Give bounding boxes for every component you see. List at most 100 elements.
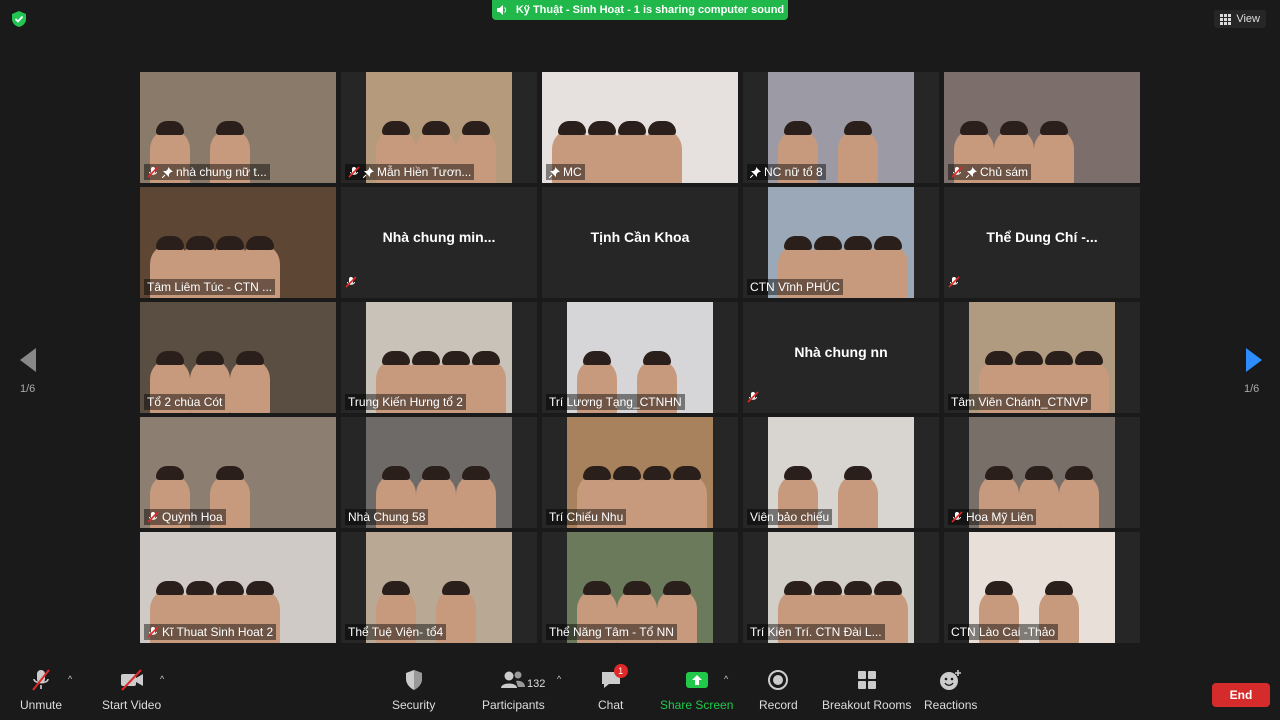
view-label: View: [1236, 13, 1260, 25]
meeting-toolbar: Unmute ^ Start Video ^ Security Particip…: [0, 660, 1280, 720]
video-off-icon: [120, 669, 143, 691]
record-icon: [768, 670, 789, 690]
participant-name: Kĩ Thuat Sinh Hoat 2: [162, 625, 274, 639]
participant-tile[interactable]: Mẫn Hiền Tươn...: [341, 72, 537, 183]
participant-name-label: Trung Kiến Hưng tổ 2: [345, 394, 466, 410]
chat-label: Chat: [598, 698, 624, 712]
participant-name-label: MC: [546, 164, 585, 180]
participant-name-label: Mẫn Hiền Tươn...: [345, 164, 475, 180]
record-button[interactable]: Record: [759, 668, 798, 712]
participant-tile[interactable]: CTN Lào Cai -Thảo: [944, 532, 1140, 643]
chat-unread-badge: 1: [613, 664, 628, 678]
participant-tile[interactable]: nhà chung nữ t...: [140, 72, 336, 183]
participant-tile[interactable]: Trung Kiến Hưng tổ 2: [341, 302, 537, 413]
participants-button[interactable]: Participants: [482, 668, 545, 712]
video-options-chevron-icon[interactable]: ^: [160, 674, 164, 684]
participant-tile[interactable]: Viên bảo chiếu: [743, 417, 939, 528]
participant-tile[interactable]: NC nữ tổ 8: [743, 72, 939, 183]
muted-mic-icon: [951, 166, 963, 178]
participant-name: Trí Chiếu Nhu: [549, 510, 624, 524]
view-button[interactable]: View: [1214, 10, 1266, 28]
participants-label: Participants: [482, 698, 545, 712]
reactions-label: Reactions: [924, 698, 978, 712]
breakout-rooms-button[interactable]: Breakout Rooms: [822, 668, 911, 712]
share-screen-button[interactable]: Share Screen: [660, 668, 733, 712]
participant-tile[interactable]: Chủ sám: [944, 72, 1140, 183]
page-indicator-left: 1/6: [20, 383, 36, 395]
participant-name: Thể Dung Chí -...: [986, 229, 1098, 245]
audio-options-chevron-icon[interactable]: ^: [68, 674, 72, 684]
participant-name: Thể Năng Tâm - Tổ NN: [549, 625, 674, 639]
participant-tile[interactable]: CTN Vĩnh PHÚC: [743, 187, 939, 298]
participant-tile[interactable]: Tâm Liêm Túc - CTN ...: [140, 187, 336, 298]
sharing-banner-text: Kỹ Thuật - Sinh Hoạt - 1 is sharing comp…: [515, 4, 785, 16]
participant-name: Nhà chung min...: [382, 229, 496, 245]
participant-tile[interactable]: Thể Tuệ Viện- tổ4: [341, 532, 537, 643]
participant-tile[interactable]: Tổ 2 chùa Cót: [140, 302, 336, 413]
security-shield-icon[interactable]: [10, 10, 28, 28]
participant-name: Tịnh Cần Khoa: [590, 229, 690, 245]
participant-name-label: NC nữ tổ 8: [747, 164, 826, 180]
participant-name-label: CTN Lào Cai -Thảo: [948, 624, 1059, 640]
participant-figure: [838, 121, 878, 183]
breakout-rooms-label: Breakout Rooms: [822, 698, 912, 712]
muted-indicator: [345, 275, 357, 293]
chat-button[interactable]: 1 Chat: [598, 664, 628, 712]
security-icon: [405, 670, 422, 690]
participant-figure: [838, 466, 878, 528]
participant-tile[interactable]: Hoa Mỹ Liên: [944, 417, 1140, 528]
participant-name-label: Chủ sám: [948, 164, 1032, 180]
participant-tile[interactable]: Nhà chung nn: [743, 302, 939, 413]
speaker-icon: [496, 5, 506, 15]
participant-tile[interactable]: Trí Kiên Trí. CTN Đài L...: [743, 532, 939, 643]
participant-name: Trí Lương Tạng_CTNHN: [549, 395, 682, 409]
muted-mic-icon: [147, 511, 159, 523]
participants-options-chevron-icon[interactable]: ^: [557, 674, 561, 684]
muted-mic-icon: [345, 276, 357, 288]
sharing-audio-banner: Kỹ Thuật - Sinh Hoạt - 1 is sharing comp…: [492, 0, 788, 20]
security-label: Security: [392, 698, 436, 712]
participant-tile[interactable]: Trí Lương Tạng_CTNHN: [542, 302, 738, 413]
participant-name: NC nữ tổ 8: [764, 165, 823, 179]
participant-name: Trung Kiến Hưng tổ 2: [348, 395, 463, 409]
participant-name: MC: [563, 165, 582, 179]
participant-tile[interactable]: MC: [542, 72, 738, 183]
participant-name-label: Thể Năng Tâm - Tổ NN: [546, 624, 677, 640]
participant-name-label: Kĩ Thuat Sinh Hoat 2: [144, 624, 277, 640]
share-screen-icon: [685, 672, 708, 688]
security-button[interactable]: Security: [392, 668, 435, 712]
end-meeting-button[interactable]: End: [1212, 683, 1270, 707]
participant-name: Tâm Liêm Túc - CTN ...: [147, 280, 273, 294]
next-page-arrow-icon[interactable]: [1242, 345, 1266, 375]
start-video-button[interactable]: Start Video: [102, 668, 161, 712]
muted-mic-icon: [348, 166, 360, 178]
participant-name-label: Tổ 2 chùa Cót: [144, 394, 226, 410]
participant-tile[interactable]: Tịnh Cần Khoa: [542, 187, 738, 298]
participant-name: Thể Tuệ Viện- tổ4: [348, 625, 444, 639]
participant-tile[interactable]: Thể Năng Tâm - Tổ NN: [542, 532, 738, 643]
muted-mic-icon: [951, 511, 963, 523]
participant-tile[interactable]: Kĩ Thuat Sinh Hoat 2: [140, 532, 336, 643]
participant-name-label: Tâm Viên Chánh_CTNVP: [948, 394, 1092, 410]
participants-icon: [501, 671, 526, 688]
muted-mic-icon: [747, 391, 759, 403]
participant-figure: [230, 351, 270, 413]
participant-name-label: nhà chung nữ t...: [144, 164, 270, 180]
participant-figure: [466, 351, 506, 413]
grid-view-icon: [1220, 13, 1232, 25]
unmute-button[interactable]: Unmute: [20, 668, 62, 712]
reactions-icon: [939, 670, 961, 690]
participant-figure: [456, 466, 496, 528]
previous-page-arrow-icon[interactable]: [16, 345, 40, 375]
participant-tile[interactable]: Quỳnh Hoa: [140, 417, 336, 528]
participant-tile[interactable]: Nhà chung min...: [341, 187, 537, 298]
muted-mic-icon: [948, 276, 960, 288]
participant-name: CTN Lào Cai -Thảo: [951, 625, 1056, 639]
pin-icon: [750, 166, 761, 178]
participant-tile[interactable]: Thể Dung Chí -...: [944, 187, 1140, 298]
participant-tile[interactable]: Nhà Chung 58: [341, 417, 537, 528]
reactions-button[interactable]: Reactions: [924, 668, 977, 712]
participant-tile[interactable]: Trí Chiếu Nhu: [542, 417, 738, 528]
share-options-chevron-icon[interactable]: ^: [724, 674, 728, 684]
participant-tile[interactable]: Tâm Viên Chánh_CTNVP: [944, 302, 1140, 413]
